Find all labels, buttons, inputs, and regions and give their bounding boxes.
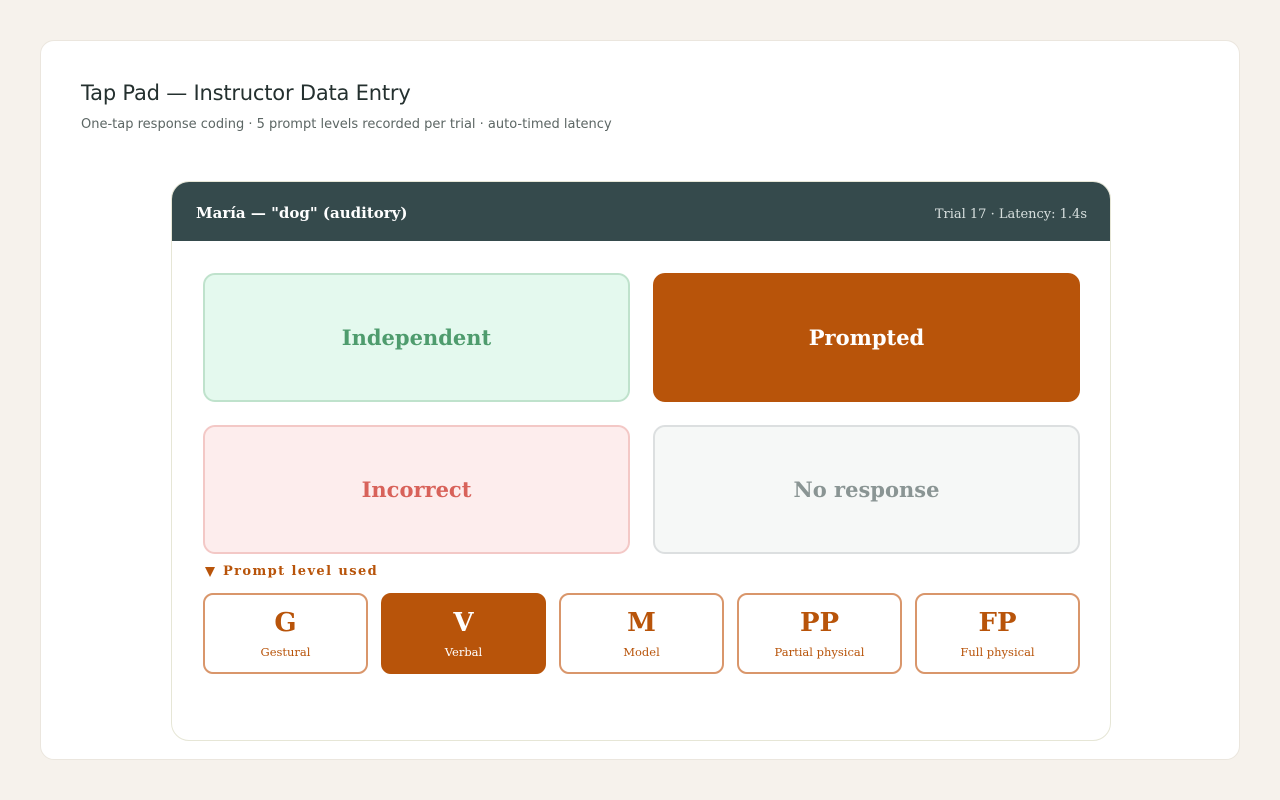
prompt-level-model-button[interactable]: M Model (559, 593, 724, 674)
prompt-level-name: Partial physical (774, 645, 865, 659)
prompt-level-code: V (453, 608, 474, 638)
prompt-level-name: Gestural (260, 645, 311, 659)
no-response-button[interactable]: No response (653, 425, 1080, 554)
learner-target-label: María — "dog" (auditory) (196, 204, 408, 222)
prompt-level-code: M (627, 608, 656, 638)
prompt-level-partial-physical-button[interactable]: PP Partial physical (737, 593, 902, 674)
prompt-level-name: Verbal (444, 645, 483, 659)
prompt-level-label: Prompt level used (223, 564, 379, 579)
prompt-level-name: Model (623, 645, 660, 659)
prompt-level-name: Full physical (960, 645, 1035, 659)
caret-down-icon (205, 566, 215, 577)
prompt-level-code: FP (978, 608, 1017, 638)
prompt-level-gestural-button[interactable]: G Gestural (203, 593, 368, 674)
prompted-button[interactable]: Prompted (653, 273, 1080, 402)
prompt-level-code: PP (799, 608, 840, 638)
independent-button[interactable]: Independent (203, 273, 630, 402)
page-subtitle: One-tap response coding · 5 prompt level… (81, 117, 612, 132)
prompt-level-full-physical-button[interactable]: FP Full physical (915, 593, 1080, 674)
prompt-level-verbal-button[interactable]: V Verbal (381, 593, 546, 674)
outer-card: Tap Pad — Instructor Data Entry One-tap … (40, 40, 1240, 760)
tap-pad: María — "dog" (auditory) Trial 17 · Late… (171, 181, 1111, 741)
incorrect-button[interactable]: Incorrect (203, 425, 630, 554)
pad-header: María — "dog" (auditory) Trial 17 · Late… (172, 182, 1110, 241)
page-title: Tap Pad — Instructor Data Entry (81, 81, 411, 105)
trial-info: Trial 17 · Latency: 1.4s (934, 207, 1087, 222)
prompt-level-heading: Prompt level used (205, 564, 378, 579)
prompt-level-code: G (274, 608, 297, 638)
